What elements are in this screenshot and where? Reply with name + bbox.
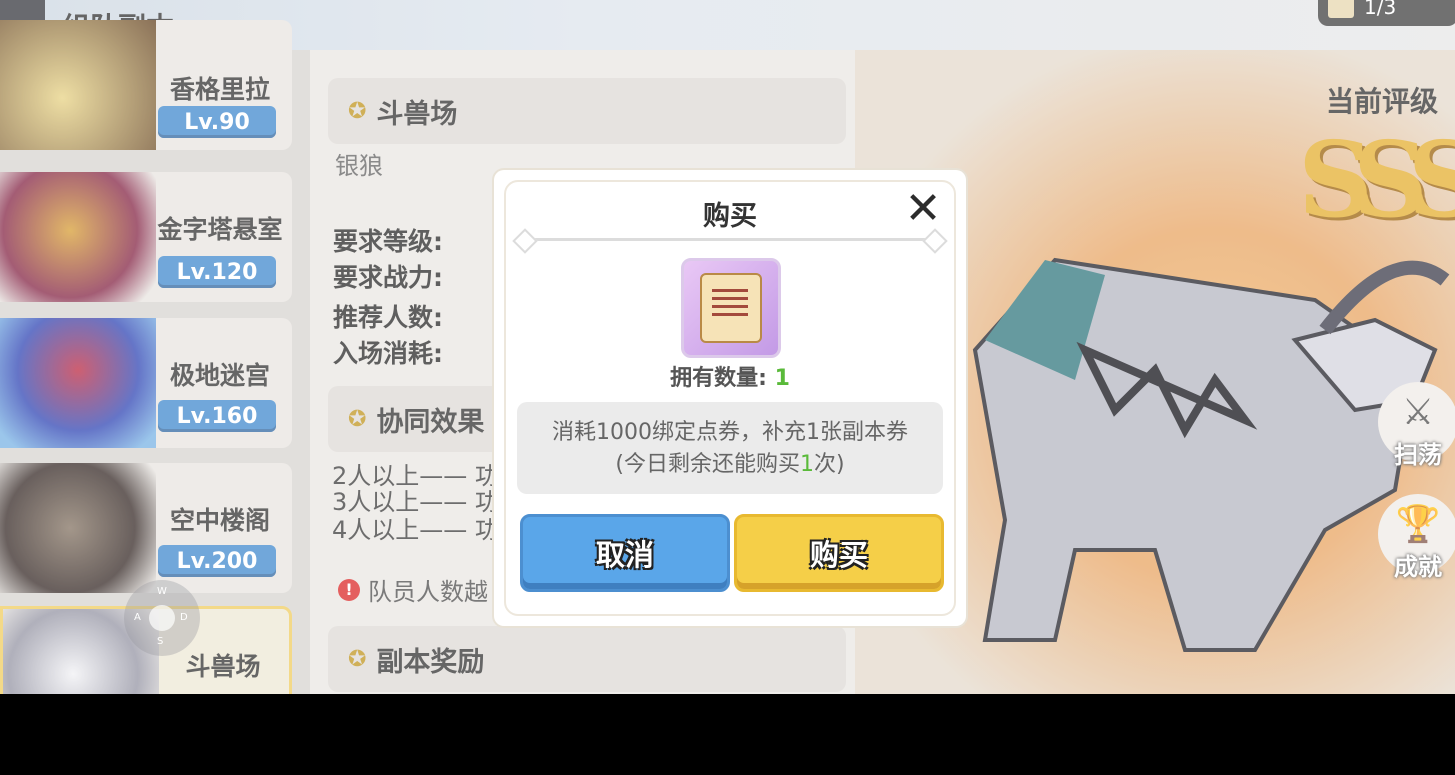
dialog-title: 购买 (703, 201, 757, 232)
remaining-purchases: (今日剩余还能购买1次) (517, 446, 943, 478)
title-divider (522, 238, 938, 241)
cancel-button[interactable]: 取消 (520, 514, 730, 592)
game-screen: ⇐ 组队副本 1/3 香格里拉 Lv.90 金字塔悬室 Lv.120 极地迷宫 … (0, 0, 1455, 694)
owned-label: 拥有数量: (670, 366, 767, 391)
owned-count: 1 (774, 366, 790, 391)
close-icon[interactable]: ✕ (902, 187, 944, 231)
owned-quantity: 拥有数量: 1 (494, 360, 966, 392)
purchase-description: 消耗1000绑定点券，补充1张副本券 (今日剩余还能购买1次) (517, 402, 943, 494)
item-slot[interactable] (681, 258, 781, 358)
cost-description: 消耗1000绑定点券，补充1张副本券 (552, 420, 908, 445)
purchase-dialog: 购买 拥有数量: 1 消耗1000绑定点券，补充1张副本券 (今日剩余还能购买1… (494, 170, 966, 626)
remaining-prefix: (今日剩余还能购买 (615, 452, 800, 477)
letterbox-bar (0, 694, 1455, 775)
dungeon-ticket-scroll-icon (700, 273, 762, 343)
remaining-suffix: 次) (814, 452, 845, 477)
remaining-count: 1 (800, 452, 814, 477)
buy-button[interactable]: 购买 (734, 514, 944, 592)
